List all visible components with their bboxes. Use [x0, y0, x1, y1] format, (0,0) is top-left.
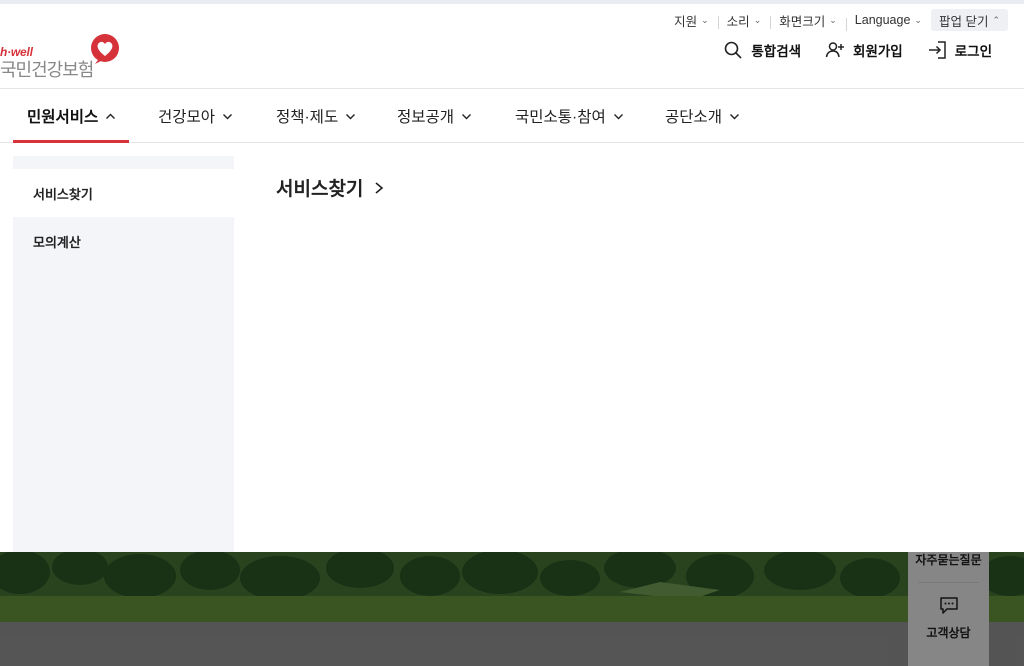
add-user-icon [825, 42, 845, 58]
util-sound-label: 소리 [726, 14, 750, 29]
gnb-label: 국민소통·참여 [515, 109, 606, 126]
chevron-down-icon [730, 113, 740, 119]
join-button[interactable]: 회원가입 [825, 40, 903, 60]
quick-menu-dim [908, 552, 989, 666]
utility-bar: 지원 ⌄ 소리 ⌄ 화면크기 ⌄ Language ⌄ 팝업 닫기 ⌃ [0, 0, 1024, 32]
submenu-title-link[interactable]: 서비스찾기 [276, 174, 385, 201]
dim-overlay [0, 552, 1024, 666]
login-button[interactable]: 로그인 [927, 40, 992, 60]
util-sound[interactable]: 소리 ⌄ [717, 11, 771, 30]
submenu-item-label: 서비스찾기 [33, 186, 93, 202]
global-nav: 민원서비스 건강모아 정책·제도 정보공개 국민소통·참여 공단소개 [0, 88, 1024, 143]
util-language-label: Language [854, 13, 911, 27]
chevron-down-icon [223, 113, 233, 119]
chevron-down-icon [346, 113, 356, 119]
gnb-label: 정책·제도 [276, 109, 339, 126]
submenu-item-label: 모의계산 [33, 234, 81, 250]
gnb-label: 공단소개 [665, 109, 723, 126]
chevron-right-icon [375, 181, 384, 194]
submenu-title: 서비스찾기 [276, 179, 364, 200]
gnb-label: 건강모아 [158, 109, 216, 126]
utility-menu: 지원 ⌄ 소리 ⌄ 화면크기 ⌄ Language ⌄ 팝업 닫기 ⌃ [665, 8, 1008, 32]
gnb-item-policy[interactable]: 정책·제도 [276, 89, 356, 143]
popup-close-button[interactable]: 팝업 닫기 ⌃ [930, 9, 1008, 31]
chevron-down-icon: ⌄ [914, 14, 922, 25]
search-label: 통합검색 [751, 44, 802, 59]
util-screen-size[interactable]: 화면크기 ⌄ [770, 11, 846, 30]
gnb-label: 민원서비스 [27, 109, 99, 126]
chevron-down-icon: ⌄ [753, 14, 762, 25]
chevron-down-icon [462, 113, 472, 119]
gnb-item-health[interactable]: 건강모아 [158, 89, 233, 143]
popup-close-label: 팝업 닫기 [938, 14, 989, 29]
site-header: h·well 국민건강보험 통합검색 회원가입 로그인 [0, 30, 1024, 88]
login-label: 로그인 [954, 44, 992, 59]
search-button[interactable]: 통합검색 [723, 40, 801, 60]
logo-heart-icon [91, 34, 119, 64]
join-label: 회원가입 [853, 44, 903, 59]
submenu-item-mock-calc[interactable]: 모의계산 [13, 217, 234, 265]
chevron-up-icon: ⌃ [992, 14, 1000, 25]
util-support-label: 지원 [674, 14, 698, 29]
gnb-item-civil-service[interactable]: 민원서비스 [12, 89, 130, 143]
site-logo[interactable]: h·well 국민건강보험 [0, 32, 125, 82]
gnb-item-participation[interactable]: 국민소통·참여 [515, 89, 624, 143]
logo-name: 국민건강보험 [0, 60, 94, 80]
submenu-sidebar: 서비스찾기 모의계산 [13, 156, 234, 552]
chevron-down-icon: ⌄ [829, 14, 837, 25]
chevron-up-icon [106, 113, 116, 119]
login-icon [928, 41, 946, 59]
submenu-item-service-find[interactable]: 서비스찾기 [13, 169, 234, 217]
gnb-item-about[interactable]: 공단소개 [665, 89, 740, 143]
search-icon [725, 41, 742, 59]
gnb-label: 정보공개 [397, 109, 455, 126]
util-support[interactable]: 지원 ⌄ [665, 11, 718, 30]
submenu-panel: 서비스찾기 모의계산 서비스찾기 [0, 143, 1024, 552]
chevron-down-icon [613, 113, 623, 119]
chevron-down-icon: ⌄ [701, 14, 709, 25]
header-actions: 통합검색 회원가입 로그인 [723, 40, 992, 60]
util-language[interactable]: Language ⌄ [845, 13, 931, 31]
util-screen-size-label: 화면크기 [779, 14, 826, 29]
gnb-item-disclosure[interactable]: 정보공개 [397, 89, 472, 143]
